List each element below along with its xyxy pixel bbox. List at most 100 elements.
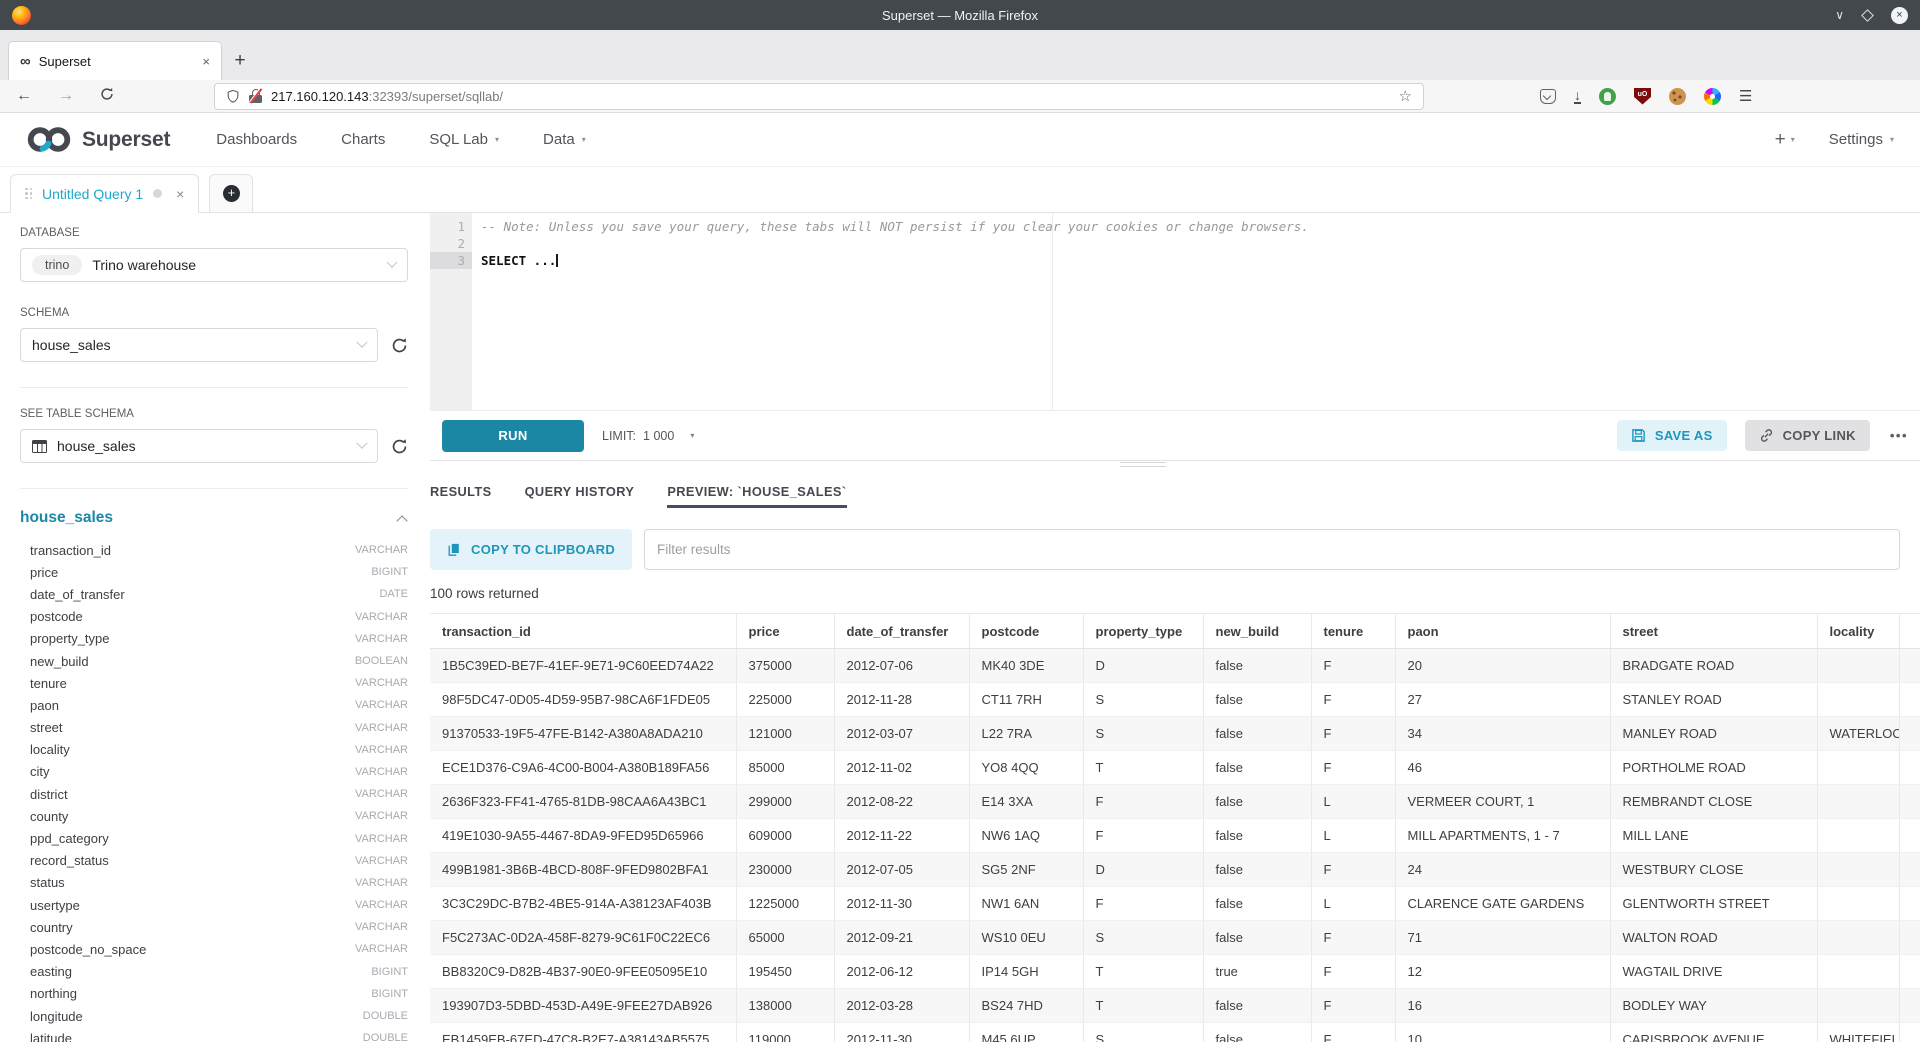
col-header[interactable]: property_type — [1083, 614, 1203, 649]
pocket-icon[interactable] — [1540, 89, 1556, 104]
col-header[interactable]: paon — [1395, 614, 1610, 649]
nav-sql-lab[interactable]: SQL Lab▾ — [429, 131, 499, 148]
database-select[interactable]: trino Trino warehouse — [20, 248, 408, 282]
copy-to-clipboard-button[interactable]: COPY TO CLIPBOARD — [430, 529, 632, 570]
browser-tab-superset[interactable]: ∞ Superset × — [8, 41, 222, 80]
table-schema-title[interactable]: house_sales — [20, 509, 113, 527]
table-cell: BODLEY WAY — [1610, 989, 1817, 1023]
col-header[interactable]: date_of_transfer — [834, 614, 969, 649]
table-cell: WAGTAIL DRIVE — [1610, 955, 1817, 989]
col-header[interactable]: tenure — [1311, 614, 1395, 649]
table-cell: NW1 6AN — [969, 887, 1083, 921]
ublock-extension-icon[interactable]: uO — [1634, 88, 1651, 105]
col-header[interactable]: locality — [1817, 614, 1899, 649]
window-close-icon[interactable]: × — [1891, 7, 1908, 24]
tab-results[interactable]: RESULTS — [430, 467, 492, 515]
table-cell — [1817, 683, 1899, 717]
run-button[interactable]: RUN — [442, 420, 584, 452]
minimize-icon[interactable]: ∨ — [1835, 9, 1844, 21]
col-header[interactable]: new_build — [1203, 614, 1311, 649]
tracking-shield-icon[interactable] — [226, 89, 240, 104]
column-name: usertype — [30, 898, 80, 913]
splitter-drag-handle[interactable] — [1120, 462, 1166, 467]
table-cell: 2012-09-21 — [834, 921, 969, 955]
copy-icon — [447, 542, 461, 557]
new-item-button[interactable]: +▾ — [1775, 129, 1795, 151]
text-cursor — [556, 254, 558, 267]
downloads-icon[interactable]: ↓ — [1574, 88, 1581, 105]
column-row: paon VARCHAR — [20, 694, 408, 716]
column-row: county VARCHAR — [20, 805, 408, 827]
privacy-extension-icon[interactable] — [1599, 88, 1616, 105]
column-row: property_type VARCHAR — [20, 628, 408, 650]
schema-select[interactable]: house_sales — [20, 328, 378, 362]
table-select[interactable]: house_sales — [20, 429, 378, 463]
add-query-tab-button[interactable]: + — [209, 174, 253, 213]
maximize-icon[interactable] — [1861, 9, 1874, 22]
table-cell: VERMEER COURT, 1 — [1395, 785, 1610, 819]
table-cell: 85000 — [736, 751, 834, 785]
table-cell: CARISBROOK AVENUE — [1610, 1023, 1817, 1042]
collapse-chevron-up-icon[interactable] — [396, 515, 407, 526]
table-grid-icon — [32, 440, 47, 453]
query-tab-close-icon[interactable]: × — [176, 186, 184, 202]
table-cell: false — [1203, 887, 1311, 921]
bookmark-star-icon[interactable]: ☆ — [1399, 87, 1412, 105]
insecure-lock-icon[interactable] — [249, 89, 262, 103]
extension-pinwheel-icon[interactable] — [1704, 88, 1721, 105]
tab-query-history[interactable]: QUERY HISTORY — [525, 467, 635, 515]
refresh-tables-icon[interactable] — [391, 438, 408, 455]
column-row: longitude DOUBLE — [20, 1005, 408, 1027]
col-header[interactable]: price — [736, 614, 834, 649]
forward-button[interactable]: → — [58, 88, 74, 104]
table-cell: 1B5C39ED-BE7F-41EF-9E71-9C60EED74A22 — [430, 649, 736, 683]
back-button[interactable]: ← — [16, 88, 32, 104]
url-bar[interactable]: 217.160.120.143 :32393/superset/sqllab/ … — [214, 83, 1424, 110]
table-cell: F — [1311, 989, 1395, 1023]
copy-link-button[interactable]: COPY LINK — [1745, 420, 1870, 451]
column-type: VARCHAR — [355, 744, 408, 756]
reload-button[interactable] — [100, 87, 114, 105]
column-type: DOUBLE — [363, 1032, 408, 1042]
filter-results-input[interactable] — [644, 529, 1900, 570]
menu-hamburger-icon[interactable]: ☰ — [1739, 89, 1752, 104]
column-type: VARCHAR — [355, 633, 408, 645]
table-cell: 71 — [1395, 921, 1610, 955]
column-row: postcode_no_space VARCHAR — [20, 938, 408, 960]
table-cell: 98F5DC47-0D05-4D59-95B7-98CA6F1FDE05 — [430, 683, 736, 717]
table-cell: S — [1083, 1023, 1203, 1042]
table-row: 1B5C39ED-BE7F-41EF-9E71-9C60EED74A22 375… — [430, 649, 1920, 683]
refresh-schemas-icon[interactable] — [391, 337, 408, 354]
save-icon — [1631, 428, 1646, 443]
new-tab-button[interactable]: + — [222, 41, 258, 80]
tab-close-icon[interactable]: × — [202, 54, 210, 69]
table-cell: 138000 — [736, 989, 834, 1023]
nav-dashboards[interactable]: Dashboards — [216, 131, 297, 148]
table-cell — [1899, 921, 1920, 955]
sql-editor[interactable]: 1 2 3 -- Note: Unless you save your quer… — [430, 213, 1920, 411]
tab-preview-house-sales[interactable]: PREVIEW: `HOUSE_SALES` — [667, 467, 846, 515]
divider — [20, 387, 408, 388]
column-name: northing — [30, 986, 77, 1001]
nav-data[interactable]: Data▾ — [543, 131, 586, 148]
more-actions-button[interactable]: ••• — [1890, 428, 1908, 443]
limit-dropdown[interactable]: LIMIT: 1 000 ▾ — [602, 429, 694, 443]
query-state-dot — [153, 189, 162, 198]
column-type: VARCHAR — [355, 788, 408, 800]
col-header[interactable]: postcode — [969, 614, 1083, 649]
settings-menu[interactable]: Settings▾ — [1829, 131, 1894, 148]
brand-wordmark: Superset — [82, 128, 170, 152]
save-as-button[interactable]: SAVE AS — [1617, 420, 1727, 451]
table-cell: WHITEFIELD — [1817, 1023, 1899, 1042]
caret-down-icon: ▾ — [690, 431, 694, 440]
superset-brand[interactable]: Superset — [26, 126, 170, 153]
pane-splitter[interactable] — [430, 460, 1920, 467]
nav-charts[interactable]: Charts — [341, 131, 385, 148]
query-tab-untitled[interactable]: Untitled Query 1 × — [10, 174, 199, 213]
editor-code-area[interactable]: -- Note: Unless you save your query, the… — [472, 213, 1920, 410]
results-table: transaction_id price date_of_transfer po… — [430, 613, 1920, 1042]
caret-down-icon: ▾ — [582, 135, 586, 144]
col-header[interactable]: transaction_id — [430, 614, 736, 649]
col-header[interactable]: street — [1610, 614, 1817, 649]
cookie-extension-icon[interactable] — [1669, 88, 1686, 105]
